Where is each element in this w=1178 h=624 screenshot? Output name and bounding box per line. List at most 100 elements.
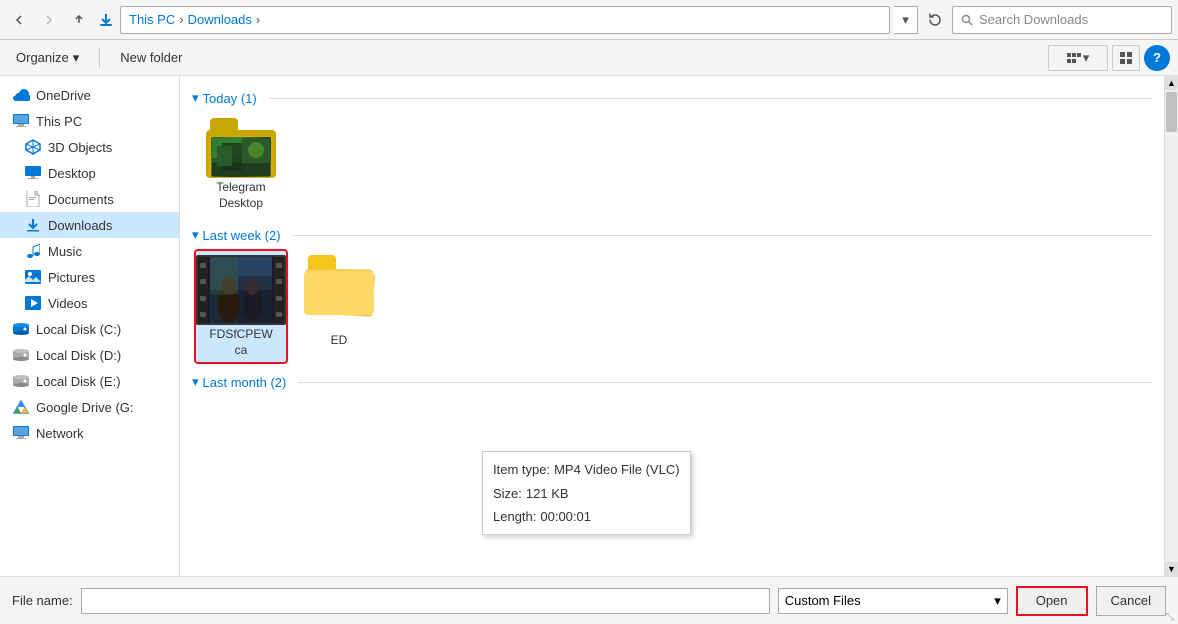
search-placeholder: Search Downloads	[979, 12, 1088, 27]
forward-button[interactable]	[36, 7, 62, 33]
onedrive-icon	[12, 86, 30, 104]
localdiské-label: Local Disk (E:)	[36, 374, 121, 389]
onedrive-label: OneDrive	[36, 88, 91, 103]
sidebar-item-music[interactable]: Music	[0, 238, 179, 264]
layout-button[interactable]	[1112, 45, 1140, 71]
sidebar-item-localdiskd[interactable]: Local Disk (D:)	[0, 342, 179, 368]
filetype-chevron: ▾	[994, 593, 1001, 609]
pictures-label: Pictures	[48, 270, 95, 285]
telegram-folder-icon	[206, 118, 276, 178]
sidebar-item-downloads[interactable]: Downloads	[0, 212, 179, 238]
network-icon	[12, 424, 30, 442]
toolbar-right: ▾ ?	[1048, 45, 1170, 71]
film-strip-left	[198, 257, 208, 323]
thispc-label: This PC	[36, 114, 82, 129]
group-lastweek-label: Last week (2)	[203, 228, 281, 243]
path-thispc[interactable]: This PC	[129, 12, 175, 27]
scroll-up-button[interactable]: ▲	[1165, 76, 1178, 90]
group-lastmonth[interactable]: ▾ Last month (2)	[192, 374, 1152, 390]
toolbar-separator	[99, 48, 100, 68]
desktop-icon	[24, 164, 42, 182]
localdiskd-label: Local Disk (D:)	[36, 348, 121, 363]
sidebar-item-pictures[interactable]: Pictures	[0, 264, 179, 290]
filetype-label: Custom Files	[785, 593, 861, 608]
layout-icon	[1120, 52, 1132, 64]
open-button[interactable]: Open	[1016, 586, 1088, 616]
file-telegram[interactable]: TelegramDesktop	[196, 114, 286, 215]
ed-folder-icon	[304, 255, 374, 315]
sidebar-item-network[interactable]: Network	[0, 420, 179, 446]
fdsfcpewca-name: FDSfCPEWca	[209, 327, 272, 358]
video-thumbnail	[196, 255, 286, 325]
today-files: TelegramDesktop	[192, 114, 1152, 215]
main-container: OneDrive This PC 3D Objects Desktop Docu	[0, 76, 1178, 576]
sidebar-item-thispc[interactable]: This PC	[0, 108, 179, 134]
scroll-down-button[interactable]: ▼	[1165, 562, 1178, 576]
group-today-label: Today (1)	[203, 91, 257, 106]
sidebar-item-googledrive[interactable]: Google Drive (G:	[0, 394, 179, 420]
toolbar: Organize ▾ New folder ▾ ?	[0, 40, 1178, 76]
video-content	[210, 257, 272, 323]
ed-name: ED	[331, 317, 348, 348]
sidebar-item-3dobjects[interactable]: 3D Objects	[0, 134, 179, 160]
group-lastweek[interactable]: ▾ Last week (2)	[192, 227, 1152, 243]
localdiské-icon	[12, 372, 30, 390]
back-button[interactable]	[6, 7, 32, 33]
sidebar-item-desktop[interactable]: Desktop	[0, 160, 179, 186]
file-fdsfcpewca[interactable]: FDSfCPEWca	[196, 251, 286, 362]
film-strip-right	[274, 257, 284, 323]
localdiskc-label: Local Disk (C:)	[36, 322, 121, 337]
file-tooltip: Item type: MP4 Video File (VLC) Size: 12…	[482, 451, 691, 535]
bottom-bar: File name: Custom Files ▾ Open Cancel ⤡	[0, 576, 1178, 624]
downloads-address-icon	[96, 10, 116, 30]
downloads-icon	[24, 216, 42, 234]
sidebar-item-onedrive[interactable]: OneDrive	[0, 82, 179, 108]
resize-handle[interactable]: ⤡	[1166, 612, 1178, 624]
recent-locations-button[interactable]	[66, 7, 92, 33]
lastweek-files: FDSfCPEWca ED Item type: MP4 Video File …	[192, 251, 1152, 362]
googledrive-icon	[12, 398, 30, 416]
desktop-label: Desktop	[48, 166, 96, 181]
right-scrollbar[interactable]: ▲ ▼	[1164, 76, 1178, 576]
search-icon	[961, 14, 973, 26]
path-downloads[interactable]: Downloads	[188, 12, 252, 27]
music-icon	[24, 242, 42, 260]
group-today[interactable]: ▾ Today (1)	[192, 90, 1152, 106]
localdiskc-icon	[12, 320, 30, 338]
help-button[interactable]: ?	[1144, 45, 1170, 71]
3dobjects-icon	[24, 138, 42, 156]
address-path[interactable]: This PC › Downloads ›	[120, 6, 890, 34]
sidebar-item-videos[interactable]: Videos	[0, 290, 179, 316]
organize-button[interactable]: Organize ▾	[8, 46, 87, 70]
network-label: Network	[36, 426, 84, 441]
3dobjects-label: 3D Objects	[48, 140, 112, 155]
view-options-button[interactable]: ▾	[1048, 45, 1108, 71]
telegram-name: TelegramDesktop	[216, 180, 265, 211]
search-box[interactable]: Search Downloads	[952, 6, 1172, 34]
filetype-dropdown[interactable]: Custom Files ▾	[778, 588, 1008, 614]
downloads-label: Downloads	[48, 218, 112, 233]
sidebar: OneDrive This PC 3D Objects Desktop Docu	[0, 76, 180, 576]
file-area: ▾ Today (1)	[180, 76, 1164, 576]
documents-label: Documents	[48, 192, 114, 207]
address-bar: This PC › Downloads › ▾ Search Downloads	[0, 0, 1178, 40]
file-ed[interactable]: ED	[294, 251, 384, 362]
group-lastmonth-label: Last month (2)	[203, 375, 287, 390]
sidebar-item-documents[interactable]: Documents	[0, 186, 179, 212]
new-folder-button[interactable]: New folder	[112, 46, 190, 69]
filename-label: File name:	[12, 593, 73, 608]
thispc-icon	[12, 112, 30, 130]
filename-input[interactable]	[81, 588, 770, 614]
documents-icon	[24, 190, 42, 208]
videos-label: Videos	[48, 296, 88, 311]
cancel-button[interactable]: Cancel	[1096, 586, 1166, 616]
sidebar-item-localdiské[interactable]: Local Disk (E:)	[0, 368, 179, 394]
sidebar-item-localdiskc[interactable]: Local Disk (C:)	[0, 316, 179, 342]
pictures-icon	[24, 268, 42, 286]
music-label: Music	[48, 244, 82, 259]
address-dropdown[interactable]: ▾	[894, 6, 918, 34]
localdiskd-icon	[12, 346, 30, 364]
scroll-thumb[interactable]	[1166, 92, 1177, 132]
refresh-button[interactable]	[922, 7, 948, 33]
googledrive-label: Google Drive (G:	[36, 400, 134, 415]
